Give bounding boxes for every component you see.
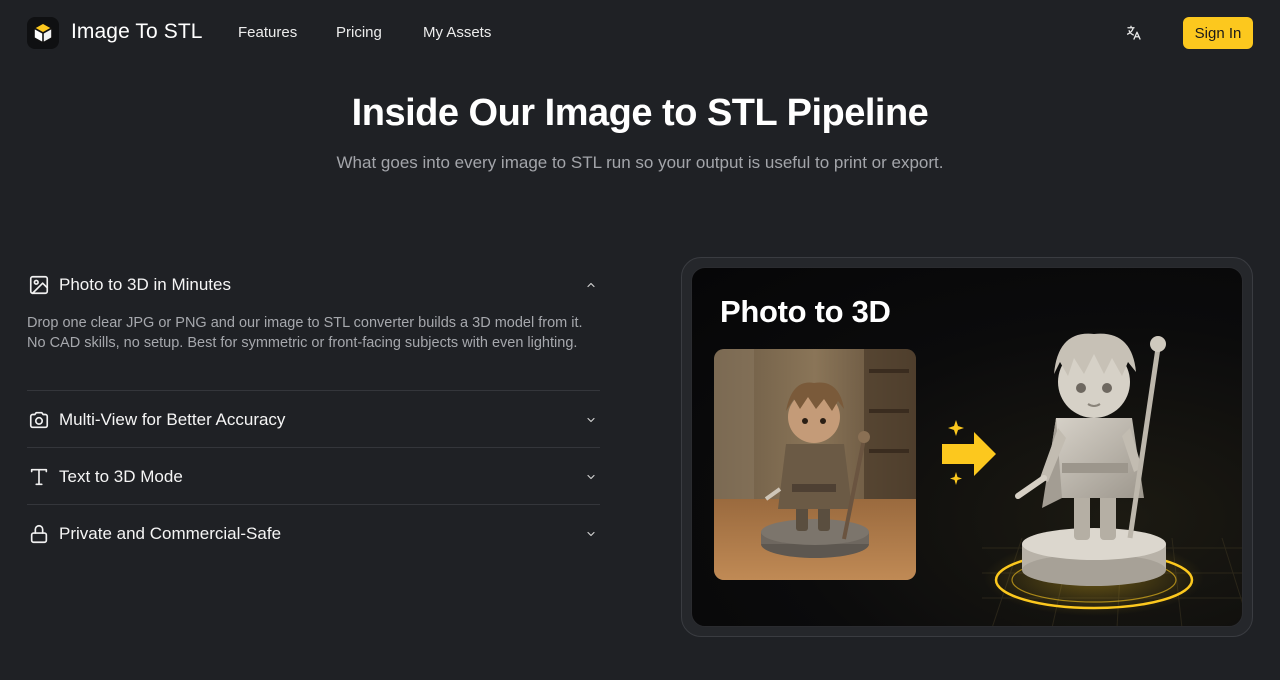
accordion-title: Text to 3D Mode	[59, 466, 183, 486]
chevron-down-icon[interactable]	[584, 413, 598, 427]
chevron-down-icon[interactable]	[584, 527, 598, 541]
image-icon	[27, 273, 51, 297]
text-icon	[27, 465, 51, 489]
top-nav-bar: Image To STL Features Pricing My Assets …	[0, 0, 1280, 66]
nav-link-features[interactable]: Features	[238, 24, 297, 41]
page-subtitle: What goes into every image to STL run so…	[336, 153, 944, 172]
accordion-header[interactable]: Private and Commercial-Safe	[27, 505, 600, 562]
camera-icon	[27, 408, 51, 432]
chevron-down-icon[interactable]	[584, 470, 598, 484]
accordion-header[interactable]: Text to 3D Mode	[27, 448, 600, 505]
chevron-up-icon[interactable]	[584, 278, 598, 292]
page-title: Inside Our Image to STL Pipeline	[351, 92, 929, 134]
accordion-item-multi-view: Multi-View for Better Accuracy	[27, 391, 600, 448]
cube-icon[interactable]	[27, 17, 59, 49]
translate-icon[interactable]	[1122, 21, 1146, 45]
accordion-title: Private and Commercial-Safe	[59, 523, 282, 543]
accordion-title: Multi-View for Better Accuracy	[59, 409, 286, 429]
accordion-body: Drop one clear JPG or PNG and our image …	[27, 315, 583, 351]
3d-model-render	[982, 333, 1242, 626]
nav-link-pricing[interactable]: Pricing	[336, 24, 382, 41]
accordion-item-photo-to-3d: Photo to 3D in Minutes Drop one clear JP…	[27, 258, 600, 391]
feature-accordion: Photo to 3D in Minutes Drop one clear JP…	[27, 258, 600, 562]
feature-preview-frame: Photo to 3D	[681, 257, 1253, 637]
accordion-item-private: Private and Commercial-Safe	[27, 505, 600, 562]
source-photo	[714, 349, 916, 580]
lock-icon	[27, 522, 51, 546]
sign-in-button[interactable]: Sign In	[1183, 17, 1253, 49]
accordion-header[interactable]: Photo to 3D in Minutes	[27, 258, 600, 312]
preview-title: Photo to 3D	[720, 294, 891, 329]
brand-name[interactable]: Image To STL	[71, 20, 203, 44]
accordion-header[interactable]: Multi-View for Better Accuracy	[27, 391, 600, 448]
accordion-item-text-to-3d: Text to 3D Mode	[27, 448, 600, 505]
accordion-title: Photo to 3D in Minutes	[59, 275, 231, 294]
nav-link-my-assets[interactable]: My Assets	[423, 24, 491, 41]
feature-preview-image: Photo to 3D	[691, 267, 1243, 627]
